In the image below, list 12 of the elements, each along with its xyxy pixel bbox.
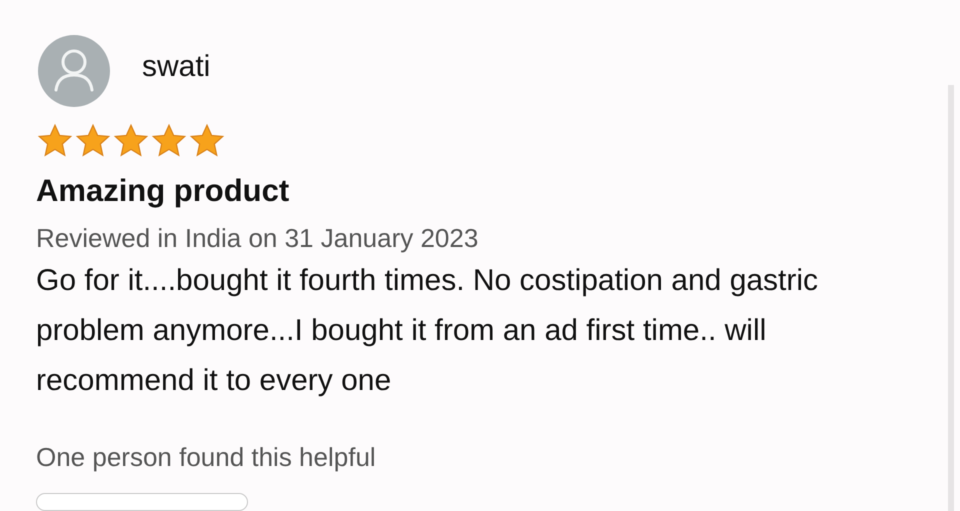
review-title: Amazing product: [36, 173, 290, 209]
avatar-icon: [38, 35, 110, 107]
helpful-button[interactable]: [36, 493, 248, 511]
review-date: Reviewed in India on 31 January 2023: [36, 223, 478, 254]
reviewer-name: swati: [142, 50, 210, 84]
star-icon: [112, 123, 150, 159]
star-icon: [36, 123, 74, 159]
review-text: Go for it....bought it fourth times. No costipation and gastric problem anymore...I bought it from an ad first time.. will recommend it to every one: [36, 263, 820, 399]
star-icon: [188, 123, 226, 159]
star-icon: [150, 123, 188, 159]
helpful-count: One person found this helpful: [36, 442, 376, 473]
star-icon: [74, 123, 112, 159]
